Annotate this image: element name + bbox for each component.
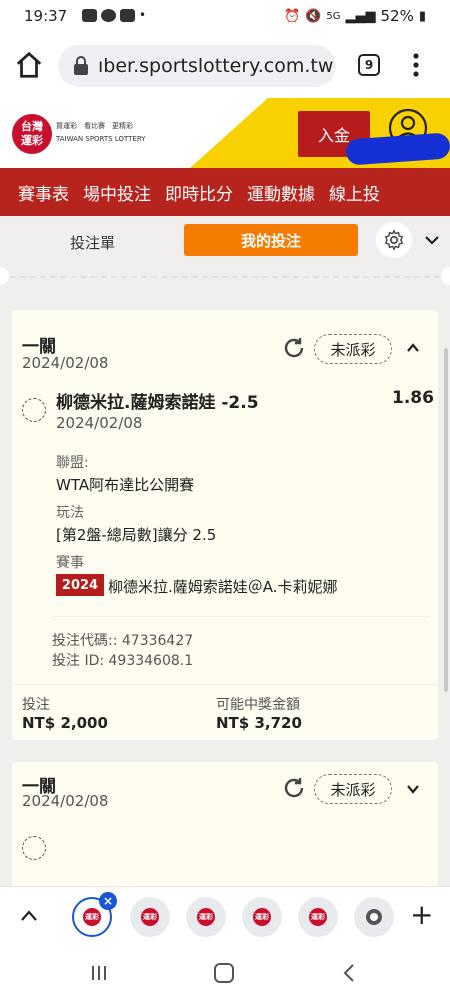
- gear-icon: [384, 229, 404, 251]
- bet-id: 投注 ID: 49334608.1: [52, 653, 194, 669]
- selection-odds: 1.86: [392, 388, 434, 408]
- refresh-icon[interactable]: [282, 336, 306, 360]
- status-badge: 未派彩: [314, 334, 392, 364]
- recent-apps-icon[interactable]: [90, 964, 108, 982]
- logo-tagline-en: TAIWAN SPORTS LOTTERY: [56, 135, 146, 143]
- alarm-icon: ⏰: [284, 8, 301, 24]
- site-favicon: 運彩: [253, 908, 271, 926]
- battery-icon: ▮: [418, 8, 426, 24]
- browser-tab[interactable]: 運彩: [186, 897, 226, 937]
- market-label: 玩法: [56, 505, 84, 521]
- network-label: 5G: [326, 10, 341, 22]
- browser-tab[interactable]: [354, 897, 394, 937]
- market-value: [第2盤-總局數]讓分 2.5: [56, 526, 217, 544]
- browser-tab[interactable]: 運彩: [130, 897, 170, 937]
- ticket-notch-left: [0, 267, 9, 285]
- payout-value: NT$ 3,720: [216, 714, 302, 732]
- battery-level: 52%: [380, 7, 414, 25]
- tab-switcher-button[interactable]: 9: [358, 54, 380, 76]
- nav-item-live-betting[interactable]: 場中投注: [83, 180, 165, 205]
- soccer-icon: [101, 8, 116, 22]
- divider: [52, 616, 430, 617]
- logo-tagline: 買運彩 看比賽 更精彩 TAIWAN SPORTS LOTTERY: [56, 120, 146, 146]
- browser-toolbar: ıber.sportslottery.com.tw 9: [0, 34, 450, 98]
- bet-card: 一關 2024/02/08 未派彩: [12, 762, 438, 886]
- nav-item-schedule[interactable]: 賽事表: [0, 180, 83, 205]
- nav-item-online[interactable]: 線上投: [329, 180, 394, 205]
- browser-tab[interactable]: 運彩: [298, 897, 338, 937]
- chevron-up-icon[interactable]: [406, 341, 420, 355]
- system-icons: ⏰ 🔇 5G ▂▄▆ 52% ▮: [284, 7, 426, 25]
- bets-list[interactable]: 一關 2024/02/08 未派彩 柳德米拉.薩姆索諾娃 -2.5 1.86 2…: [0, 294, 450, 886]
- youtube-icon: [82, 8, 97, 22]
- event-label: 賽事: [56, 555, 84, 571]
- event-name: 柳德米拉.薩姆索諾娃＠A.卡莉妮娜: [108, 578, 338, 596]
- site-favicon: 運彩: [309, 908, 327, 926]
- bet-tabs: 投注單 我的投注: [0, 216, 450, 266]
- tab-my-bets[interactable]: 我的投注: [184, 224, 358, 256]
- dashed-line: [10, 276, 440, 278]
- notification-icons: •: [82, 8, 146, 22]
- nav-item-sports-data[interactable]: 運動數據: [247, 180, 329, 205]
- divider: [12, 684, 438, 685]
- system-navigation: [0, 946, 450, 1000]
- league-value: WTA阿布達比公開賽: [56, 476, 195, 494]
- back-icon[interactable]: [342, 963, 356, 983]
- chevron-up-icon[interactable]: [20, 909, 38, 923]
- youtube-icon: [120, 8, 135, 22]
- browser-tab-strip: 運彩 × 運彩 運彩 運彩 運彩 +: [0, 886, 450, 946]
- signal-icon: ▂▄▆: [345, 8, 376, 24]
- scrollbar[interactable]: [444, 348, 448, 692]
- url-text: ıber.sportslottery.com.tw: [98, 55, 334, 77]
- home-icon[interactable]: [14, 50, 44, 80]
- chevron-down-icon[interactable]: [424, 232, 440, 248]
- bet-date: 2024/02/08: [22, 354, 109, 372]
- payout-label: 可能中獎金額: [216, 697, 300, 713]
- selection-radio[interactable]: [22, 836, 46, 860]
- status-badge: 未派彩: [314, 774, 392, 804]
- chrome-icon: [366, 909, 382, 925]
- bet-code: 投注代碼:: 47336427: [52, 633, 194, 649]
- status-bar: 19:37 • ⏰ 🔇 5G ▂▄▆ 52% ▮: [0, 0, 450, 34]
- nav-item-live-scores[interactable]: 即時比分: [165, 180, 247, 205]
- logo-label: 台灣 運彩: [21, 120, 43, 147]
- stake-value: NT$ 2,000: [22, 714, 108, 732]
- chevron-down-icon[interactable]: [406, 782, 420, 796]
- home-button[interactable]: [214, 963, 234, 983]
- site-favicon: 運彩: [83, 908, 101, 926]
- site-favicon: 運彩: [141, 908, 159, 926]
- address-bar[interactable]: ıber.sportslottery.com.tw: [58, 45, 336, 87]
- ticket-divider: [0, 266, 450, 294]
- refresh-icon[interactable]: [282, 776, 306, 800]
- site-favicon: 運彩: [197, 908, 215, 926]
- settings-button[interactable]: [376, 222, 412, 258]
- main-nav: 賽事表 場中投注 即時比分 運動數據 線上投: [0, 168, 450, 216]
- more-menu-icon[interactable]: [408, 52, 424, 78]
- site-logo[interactable]: 台灣 運彩: [12, 114, 52, 154]
- ticket-notch-right: [441, 267, 450, 285]
- browser-tab[interactable]: 運彩: [242, 897, 282, 937]
- logo-tagline-zh: 買運彩 看比賽 更精彩: [56, 122, 133, 130]
- mute-icon: 🔇: [305, 8, 322, 24]
- close-icon[interactable]: ×: [99, 892, 117, 910]
- clock: 19:37: [24, 7, 68, 25]
- league-label: 聯盟:: [56, 455, 89, 471]
- bet-card: 一關 2024/02/08 未派彩 柳德米拉.薩姆索諾娃 -2.5 1.86 2…: [12, 310, 438, 740]
- lock-icon: [74, 56, 88, 75]
- site-header: 台灣 運彩 買運彩 看比賽 更精彩 TAIWAN SPORTS LOTTERY …: [0, 98, 450, 168]
- bet-date: 2024/02/08: [22, 792, 109, 810]
- selection-radio[interactable]: [22, 398, 46, 422]
- selection-name: 柳德米拉.薩姆索諾娃 -2.5: [56, 393, 259, 413]
- tab-bet-slip[interactable]: 投注單: [70, 232, 115, 253]
- selection-date: 2024/02/08: [56, 414, 143, 432]
- stake-label: 投注: [22, 697, 50, 713]
- more-dot-icon: •: [139, 8, 147, 22]
- event-year-badge: 2024: [56, 574, 104, 596]
- new-tab-icon[interactable]: +: [410, 901, 433, 929]
